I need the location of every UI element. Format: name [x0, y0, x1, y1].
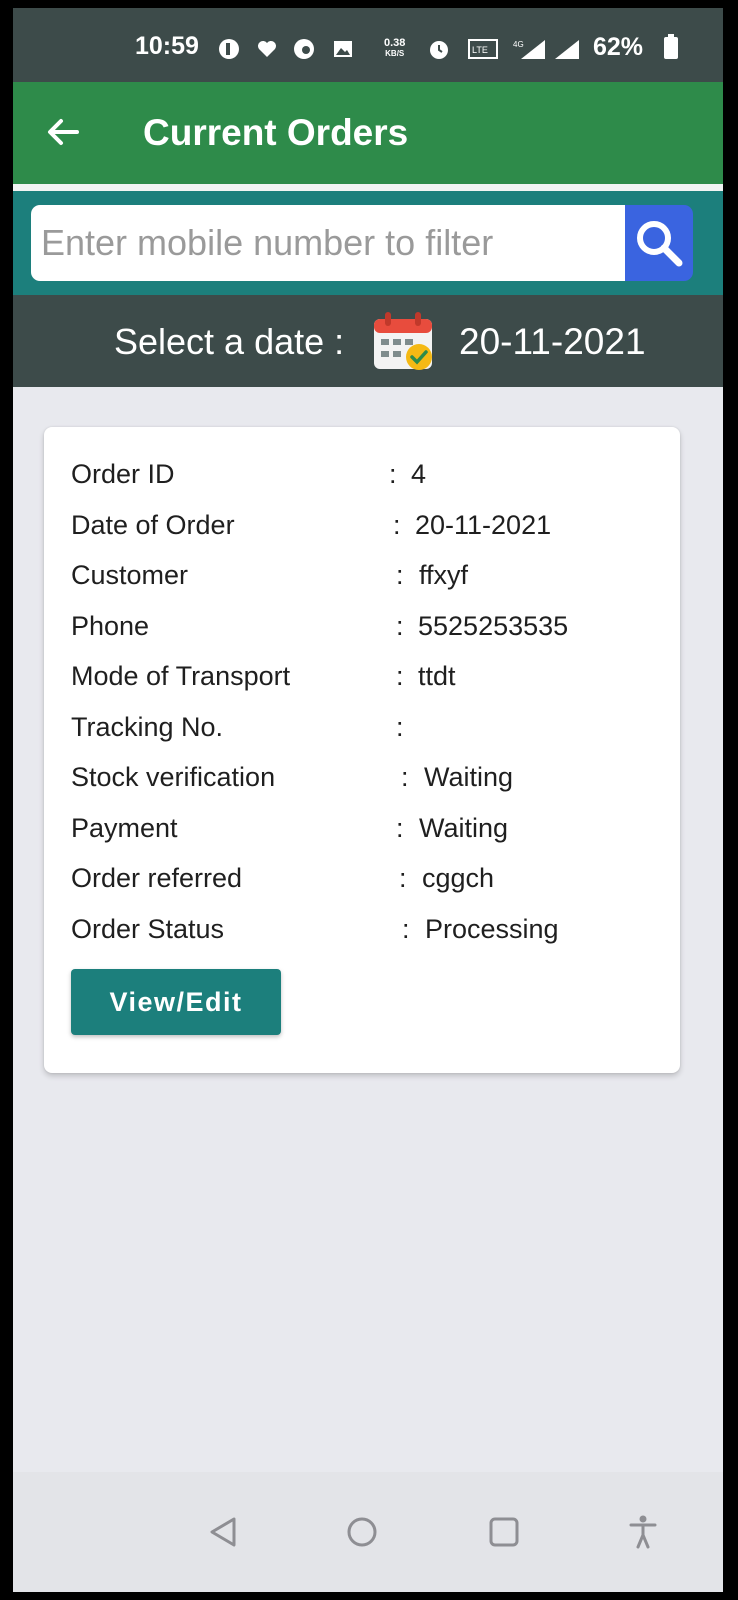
- row-label: Date of Order: [71, 510, 235, 540]
- svg-text:LTE: LTE: [472, 45, 488, 55]
- date-selector: Select a date : 20-11-2021: [13, 295, 723, 387]
- row-value: Processing: [425, 914, 559, 944]
- app-bar: Current Orders: [13, 82, 723, 184]
- order-row-stock: Stock verification : Waiting: [71, 762, 671, 802]
- order-row-payment: Payment : Waiting: [71, 813, 671, 853]
- row-colon: :: [396, 661, 404, 691]
- order-row-date: Date of Order : 20-11-2021: [71, 510, 671, 550]
- back-arrow-icon[interactable]: [43, 112, 83, 152]
- network-label: 4G: [513, 40, 524, 49]
- order-row-customer: Customer : ffxyf: [71, 560, 671, 600]
- gallery-icon: [332, 38, 354, 60]
- order-row-transport: Mode of Transport : ttdt: [71, 661, 671, 701]
- row-colon: :: [399, 863, 407, 893]
- divider: [13, 184, 723, 191]
- row-label: Tracking No.: [71, 712, 224, 742]
- speed-unit: KB/S: [385, 49, 405, 58]
- row-value: Waiting: [424, 762, 514, 792]
- back-nav-icon[interactable]: [203, 1512, 243, 1552]
- calendar-icon[interactable]: [371, 309, 437, 375]
- battery-icon: [663, 34, 679, 59]
- accessibility-icon[interactable]: [623, 1512, 663, 1552]
- system-nav-bar: [13, 1472, 723, 1592]
- row-label: Stock verification: [71, 762, 276, 792]
- order-row-phone: Phone : 5525253535: [71, 611, 671, 651]
- battery-percent: 62%: [593, 33, 644, 61]
- row-value: ffxyf: [419, 560, 469, 590]
- row-value: ttdt: [418, 661, 456, 691]
- network-speed: 0.38 KB/S: [384, 38, 405, 59]
- signal-4g-icon: 4G: [513, 38, 547, 60]
- row-colon: :: [396, 712, 404, 742]
- row-label: Phone: [71, 611, 150, 641]
- search-icon: [637, 221, 683, 267]
- selected-date[interactable]: 20-11-2021: [459, 321, 646, 363]
- search-input[interactable]: [31, 205, 625, 281]
- row-label: Customer: [71, 560, 189, 590]
- status-time: 10:59: [135, 32, 199, 60]
- row-value: 20-11-2021: [415, 510, 552, 540]
- row-colon: :: [402, 914, 410, 944]
- volte-icon: LTE: [468, 38, 498, 60]
- row-label: Order ID: [71, 459, 175, 489]
- row-colon: :: [396, 560, 404, 590]
- recents-nav-icon[interactable]: [484, 1512, 524, 1552]
- order-row-referred: Order referred : cggch: [71, 863, 671, 903]
- view-edit-button[interactable]: View/Edit: [71, 969, 281, 1035]
- home-nav-icon[interactable]: [342, 1512, 382, 1552]
- order-row-status: Order Status : Processing: [71, 914, 671, 954]
- row-colon: :: [389, 459, 397, 489]
- edge-browser-icon: [293, 38, 315, 60]
- row-value: 4: [411, 459, 427, 489]
- row-colon: :: [401, 762, 409, 792]
- date-label: Select a date :: [114, 321, 345, 362]
- search-button[interactable]: [625, 205, 693, 281]
- order-row-order-id: Order ID : 4: [71, 459, 671, 499]
- row-value: 5525253535: [418, 611, 569, 641]
- status-bar: 10:59 0.38 KB/S LTE 4G 62%: [13, 8, 723, 82]
- row-label: Order referred: [71, 863, 243, 893]
- app-notification-icon: [218, 38, 240, 60]
- order-row-tracking: Tracking No. :: [71, 712, 671, 752]
- row-label: Order Status: [71, 914, 225, 944]
- page-title: Current Orders: [143, 112, 409, 153]
- signal-icon: [553, 38, 581, 60]
- heart-icon: [256, 38, 278, 60]
- screen: 10:59 0.38 KB/S LTE 4G 62% Current Order…: [13, 8, 723, 1592]
- search-bar: [13, 191, 723, 295]
- order-card: Order ID : 4 Date of Order : 20-11-2021 …: [44, 427, 680, 1073]
- speed-value: 0.38: [384, 37, 406, 49]
- row-colon: :: [393, 510, 401, 540]
- row-value: cggch: [422, 863, 495, 893]
- alarm-icon: [428, 38, 450, 60]
- row-colon: :: [396, 813, 404, 843]
- row-label: Mode of Transport: [71, 661, 291, 691]
- row-value: Waiting: [419, 813, 509, 843]
- row-colon: :: [396, 611, 404, 641]
- row-label: Payment: [71, 813, 178, 843]
